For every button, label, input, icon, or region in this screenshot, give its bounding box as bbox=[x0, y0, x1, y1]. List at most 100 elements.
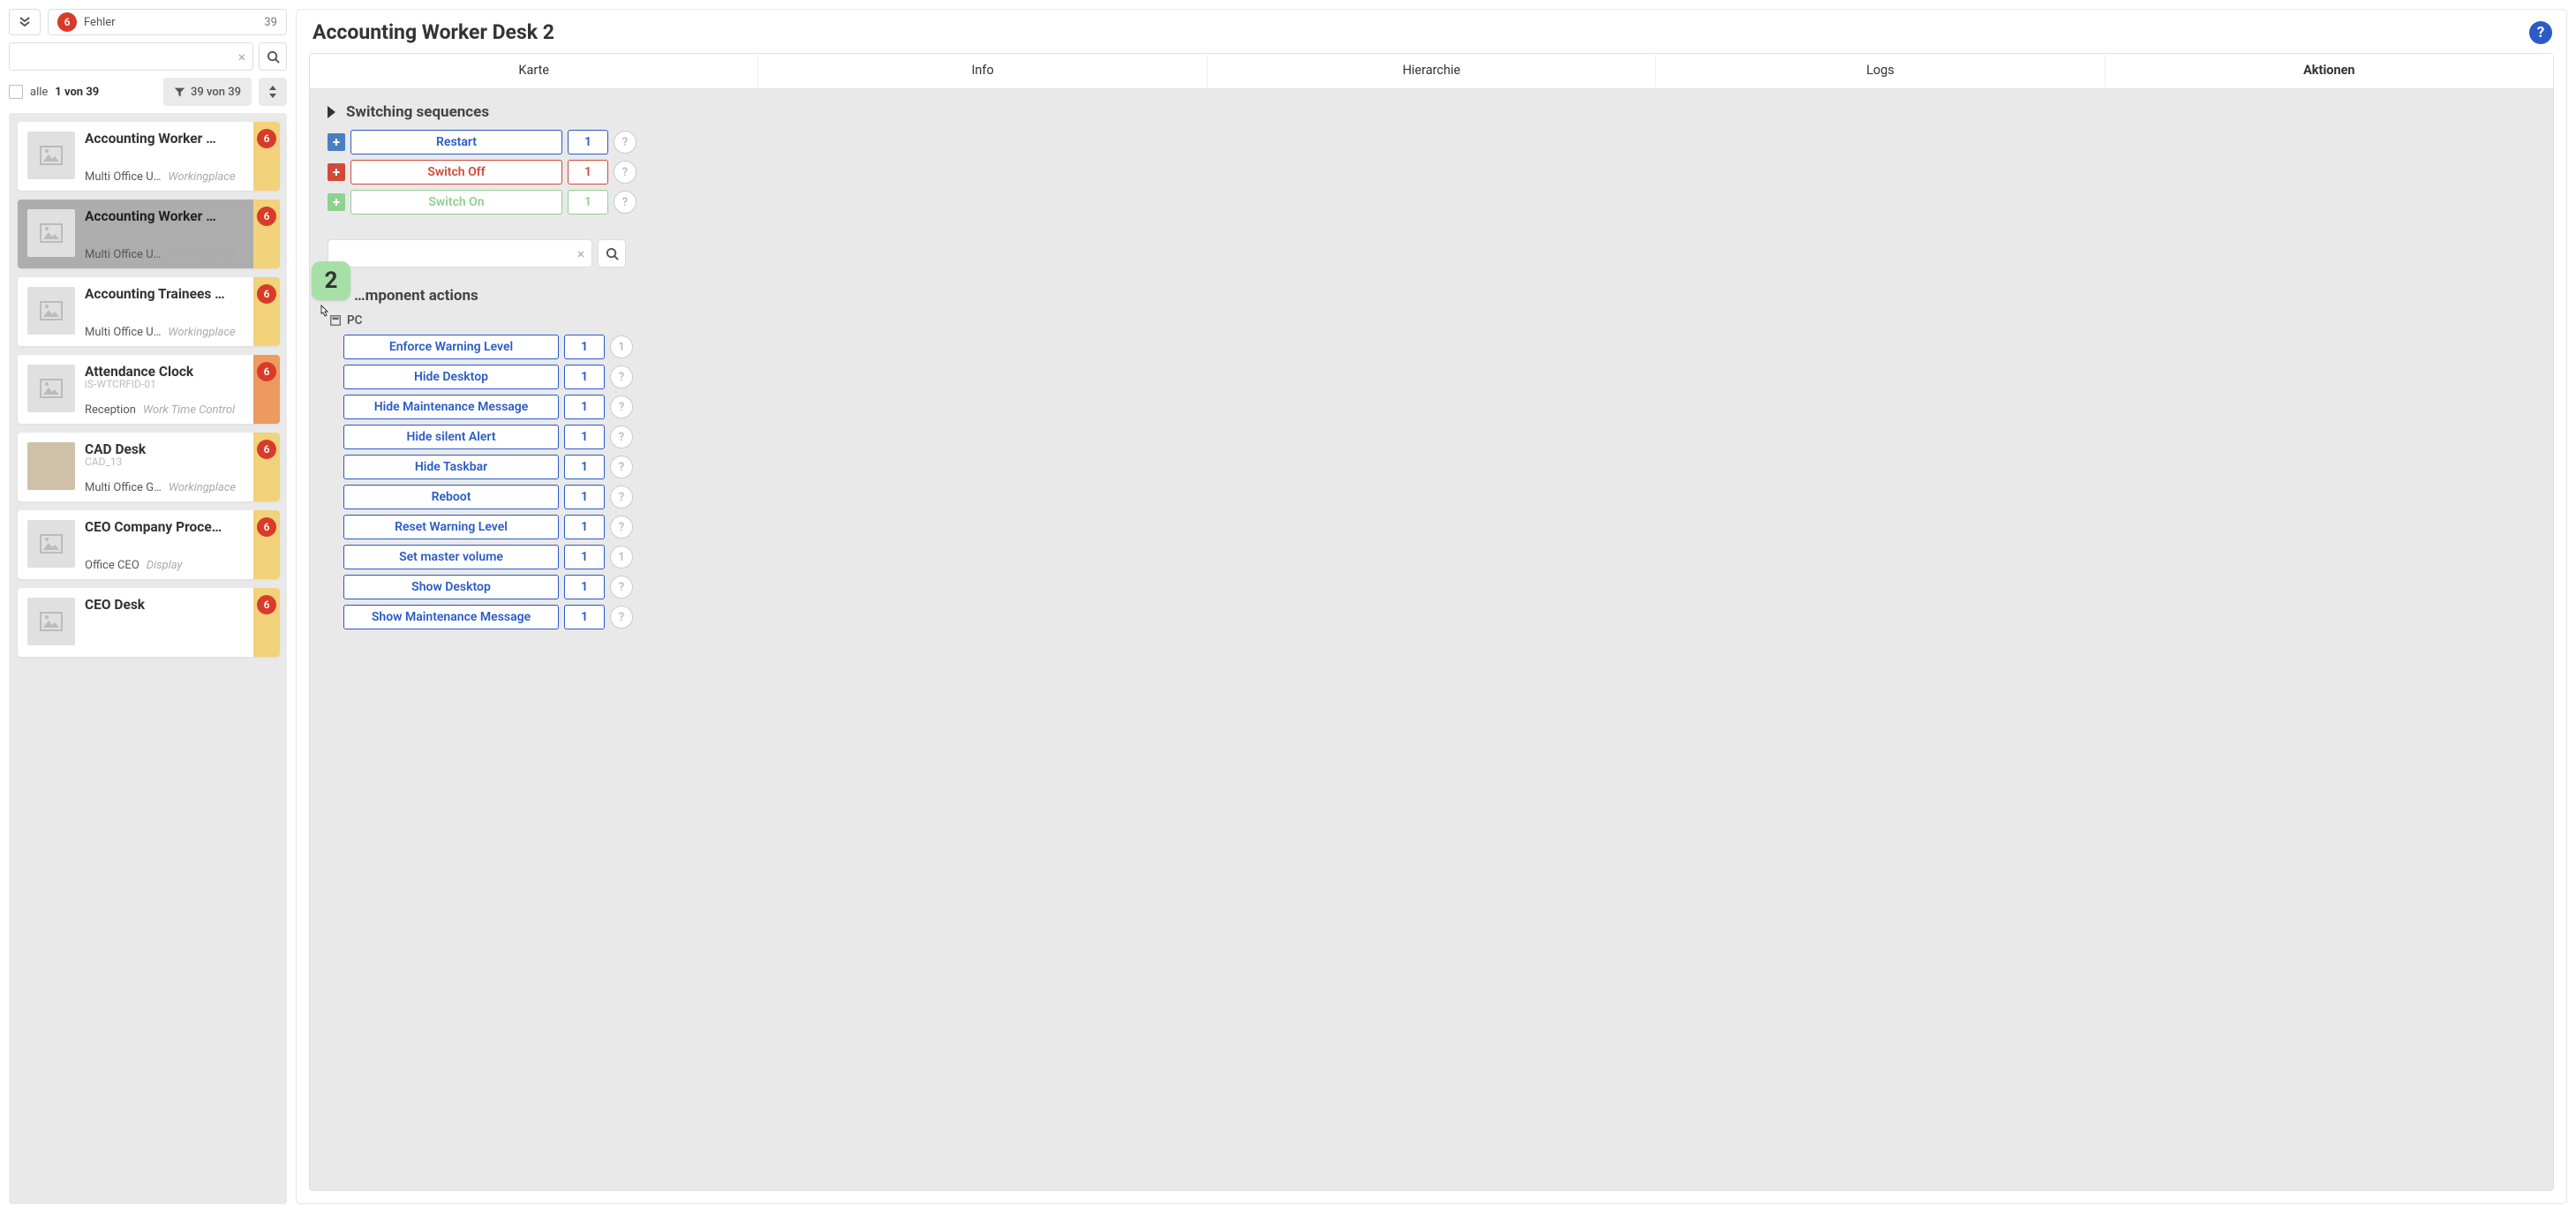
device-type: Workingplace bbox=[168, 248, 235, 261]
action-search-input[interactable] bbox=[328, 246, 570, 260]
component-action-button[interactable]: Show Maintenance Message bbox=[343, 605, 559, 629]
component-action-count: 1 bbox=[564, 425, 605, 449]
sort-button[interactable] bbox=[259, 78, 287, 106]
cursor-icon bbox=[317, 305, 329, 320]
filter-count-pill[interactable]: 39 von 39 bbox=[163, 78, 252, 106]
help-q-button[interactable]: ? bbox=[610, 456, 633, 478]
status-stripe: 6 bbox=[253, 277, 280, 346]
switching-action-count: 1 bbox=[568, 130, 608, 154]
component-action-button[interactable]: Show Desktop bbox=[343, 575, 559, 599]
actions-content: Switching sequences +Restart1?+Switch Of… bbox=[309, 89, 2554, 1191]
component-section-head[interactable]: …mponent actions bbox=[328, 287, 2535, 305]
help-q-button[interactable]: ? bbox=[614, 161, 636, 184]
device-type: Work Time Control bbox=[143, 403, 235, 417]
help-q-button[interactable]: 1 bbox=[610, 546, 633, 569]
switching-action-count: 1 bbox=[568, 160, 608, 185]
component-action-count: 1 bbox=[564, 485, 605, 509]
device-card[interactable]: Accounting Trainees …Multi Office U…Work… bbox=[18, 277, 280, 346]
component-action-row: Enforce Warning Level11 bbox=[343, 335, 2535, 359]
help-q-button[interactable]: ? bbox=[614, 191, 636, 214]
device-info: CEO Desk bbox=[85, 588, 253, 657]
component-action-button[interactable]: Hide Desktop bbox=[343, 365, 559, 389]
device-error-badge: 6 bbox=[257, 129, 276, 148]
search-button[interactable] bbox=[259, 42, 287, 71]
error-badge: 6 bbox=[57, 12, 77, 32]
main-panel: Accounting Worker Desk 2 ? KarteInfoHier… bbox=[296, 9, 2567, 1204]
image-placeholder-icon bbox=[40, 534, 63, 554]
device-card[interactable]: CEO Company Proce…Office CEODisplay6 bbox=[18, 510, 280, 579]
tab-aktionen[interactable]: Aktionen bbox=[2105, 54, 2553, 88]
tab-logs[interactable]: Logs bbox=[1656, 54, 2105, 88]
image-placeholder-icon bbox=[40, 146, 63, 165]
component-category-pc[interactable]: PC bbox=[329, 313, 2535, 328]
component-action-button[interactable]: Enforce Warning Level bbox=[343, 335, 559, 359]
error-filter-chip[interactable]: 6 Fehler 39 bbox=[48, 9, 287, 35]
device-type: Workingplace bbox=[168, 170, 235, 184]
component-action-button[interactable]: Set master volume bbox=[343, 545, 559, 569]
help-q-button[interactable]: ? bbox=[610, 516, 633, 539]
add-sequence-button[interactable]: + bbox=[328, 163, 345, 181]
help-q-button[interactable]: ? bbox=[610, 606, 633, 629]
device-title: Accounting Worker … bbox=[85, 208, 250, 224]
help-q-button[interactable]: ? bbox=[610, 576, 633, 599]
device-title: CEO Desk bbox=[85, 597, 250, 613]
expand-triangle-icon bbox=[328, 106, 335, 118]
component-action-button[interactable]: Reboot bbox=[343, 485, 559, 509]
tab-hierarchie[interactable]: Hierarchie bbox=[1208, 54, 1656, 88]
pc-label: PC bbox=[347, 313, 363, 328]
device-location: Office CEO bbox=[85, 559, 139, 572]
switching-action-button[interactable]: Switch Off bbox=[350, 160, 562, 185]
device-type: Workingplace bbox=[169, 481, 236, 494]
component-action-row: Hide silent Alert1? bbox=[343, 425, 2535, 449]
device-card[interactable]: CAD DeskCAD_13Multi Office G…Workingplac… bbox=[18, 433, 280, 501]
switching-action-button[interactable]: Switch On bbox=[350, 190, 562, 215]
device-info: Accounting Worker …Multi Office U…Workin… bbox=[85, 200, 253, 268]
action-search-button[interactable] bbox=[598, 239, 626, 267]
device-info: Accounting Trainees …Multi Office U…Work… bbox=[85, 277, 253, 346]
component-action-button[interactable]: Reset Warning Level bbox=[343, 515, 559, 539]
switching-row: + Switch Off1? bbox=[328, 160, 2535, 185]
device-card[interactable]: CEO Desk6 bbox=[18, 588, 280, 657]
device-thumbnail bbox=[27, 520, 75, 568]
help-q-button[interactable]: ? bbox=[610, 365, 633, 388]
device-location: Multi Office G… bbox=[85, 481, 162, 494]
device-location: Multi Office U… bbox=[85, 170, 161, 184]
help-q-button[interactable]: ? bbox=[614, 131, 636, 154]
device-error-badge: 6 bbox=[257, 517, 276, 537]
component-action-row: Reset Warning Level1? bbox=[343, 515, 2535, 539]
device-error-badge: 6 bbox=[257, 362, 276, 381]
component-action-count: 1 bbox=[564, 395, 605, 419]
status-stripe: 6 bbox=[253, 510, 280, 579]
tab-karte[interactable]: Karte bbox=[310, 54, 758, 88]
clear-search-button[interactable]: × bbox=[231, 49, 252, 65]
help-button[interactable]: ? bbox=[2529, 21, 2552, 44]
help-q-button[interactable]: ? bbox=[610, 426, 633, 448]
device-type: Display bbox=[147, 559, 183, 572]
select-all-checkbox[interactable] bbox=[9, 85, 23, 99]
device-list: Accounting Worker … Multi Office U… Workin… bbox=[9, 113, 287, 1204]
component-section-title: …mponent actions bbox=[354, 287, 478, 305]
action-clear-button[interactable]: × bbox=[570, 245, 591, 262]
help-q-button[interactable]: ? bbox=[610, 396, 633, 418]
help-q-button[interactable]: ? bbox=[610, 486, 633, 509]
component-action-row: Hide Desktop1? bbox=[343, 365, 2535, 389]
device-card[interactable]: Accounting Worker …Multi Office U…Workin… bbox=[18, 122, 280, 191]
device-thumbnail bbox=[27, 442, 75, 490]
device-card[interactable]: Accounting Worker …Multi Office U…Workin… bbox=[18, 200, 280, 268]
component-action-button[interactable]: Hide Maintenance Message bbox=[343, 395, 559, 419]
add-sequence-button[interactable]: + bbox=[328, 193, 345, 211]
sidebar-search-input[interactable] bbox=[10, 49, 231, 64]
component-action-row: Reboot1? bbox=[343, 485, 2535, 509]
component-action-button[interactable]: Hide Taskbar bbox=[343, 455, 559, 479]
select-all-label: alle bbox=[30, 86, 48, 99]
add-sequence-button[interactable]: + bbox=[328, 133, 345, 151]
device-card[interactable]: Attendance ClockiS-WTCRFID-01ReceptionWo… bbox=[18, 355, 280, 424]
expand-toggle-button[interactable] bbox=[9, 9, 41, 35]
tab-info[interactable]: Info bbox=[758, 54, 1207, 88]
help-q-button[interactable]: 1 bbox=[610, 335, 633, 358]
device-location: Reception bbox=[85, 403, 136, 417]
switching-action-button[interactable]: Restart bbox=[350, 130, 562, 154]
component-action-button[interactable]: Hide silent Alert bbox=[343, 425, 559, 449]
search-icon bbox=[606, 247, 619, 260]
switching-section-head[interactable]: Switching sequences bbox=[328, 103, 2535, 121]
